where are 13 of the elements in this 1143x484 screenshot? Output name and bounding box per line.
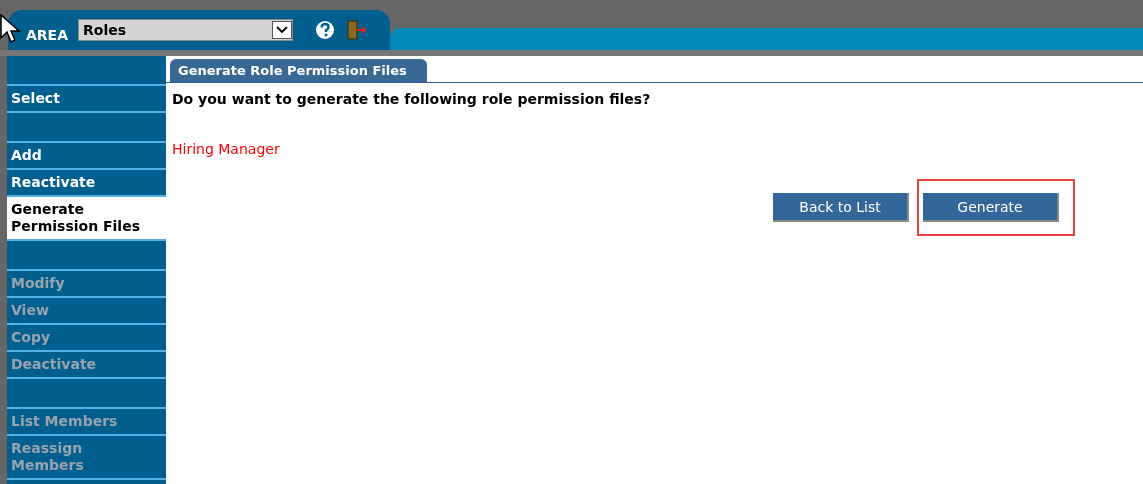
question-text: Do you want to generate the following role permission files?: [172, 91, 652, 107]
action-button[interactable]: Generate: [923, 193, 1059, 222]
caret-icon: [272, 21, 292, 39]
action-button[interactable]: Back to List: [773, 193, 909, 222]
role-name: Hiring Manager: [172, 141, 281, 157]
area-dropdown[interactable]: Roles: [78, 19, 293, 41]
sidebar-item[interactable]: Generate Permission Files: [7, 197, 166, 241]
page-tab[interactable]: Generate Role Permission Files: [170, 59, 427, 82]
sidebar-item[interactable]: Select: [7, 86, 166, 113]
help-icon[interactable]: [315, 20, 335, 40]
mouse-cursor-icon: [0, 14, 22, 44]
sidebar-item[interactable]: Add: [7, 143, 166, 170]
area-label: AREA: [26, 27, 68, 43]
